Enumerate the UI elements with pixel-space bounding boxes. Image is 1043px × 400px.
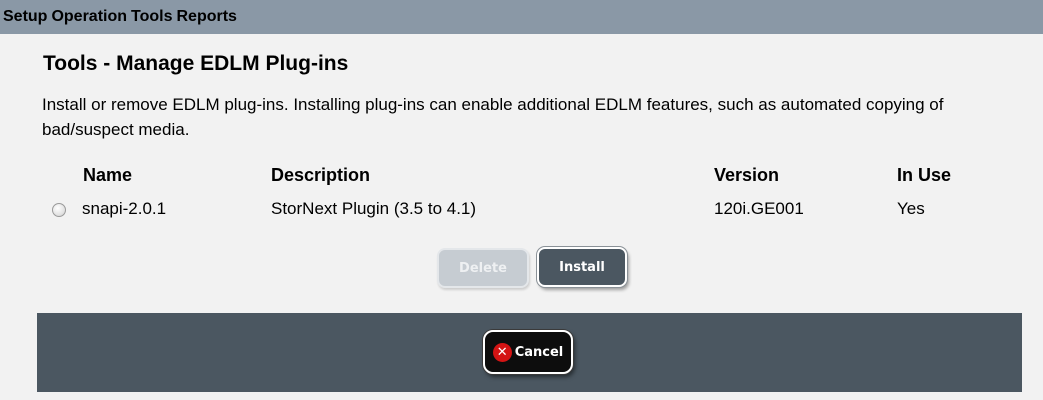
cancel-label: Cancel [514,344,564,360]
install-button[interactable]: Install [537,247,627,287]
column-header-description: Description [271,165,371,185]
x-circle-icon: ✕ [492,342,512,362]
menu-item-tools[interactable]: Tools [131,8,172,26]
page-description: Install or remove EDLM plug-ins. Install… [42,95,944,139]
plugin-in-use-cell: Yes [897,199,925,218]
menu-item-reports[interactable]: Reports [177,8,237,26]
column-header-in-use: In Use [897,165,952,185]
plugin-name-cell: snapi-2.0.1 [82,199,167,218]
page-title: Tools - Manage EDLM Plug-ins [43,52,349,75]
plugin-version-cell: 120i.GE001 [714,199,804,218]
menu-item-operation[interactable]: Operation [51,8,127,26]
plugin-description-cell: StorNext Plugin (3.5 to 4.1) [271,199,477,218]
column-header-version: Version [714,165,780,185]
plugin-select-radio[interactable] [52,203,66,217]
cancel-button[interactable]: ✕ Cancel [483,330,573,374]
column-header-name: Name [83,165,133,185]
delete-button[interactable]: Delete [437,248,529,288]
menu-bar: Setup Operation Tools Reports [0,0,1043,34]
menu-item-setup[interactable]: Setup [3,8,47,26]
